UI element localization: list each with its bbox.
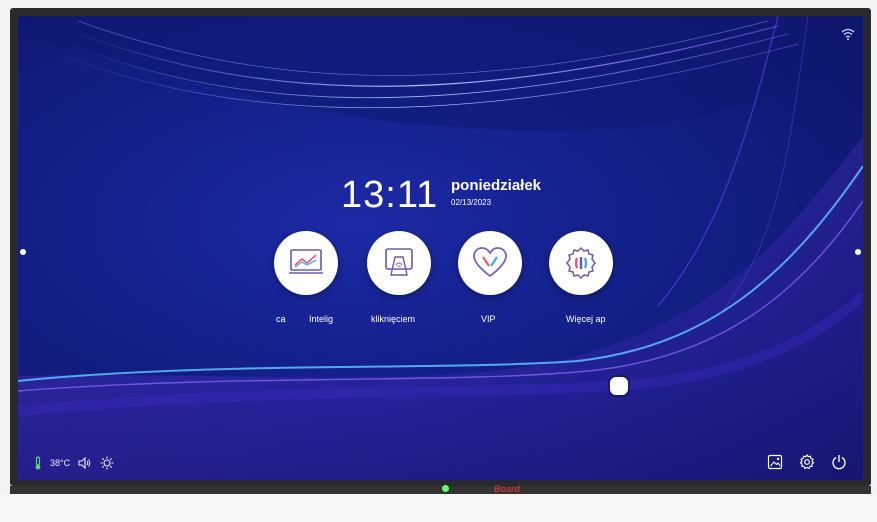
app-label: Więcej ap <box>566 314 606 324</box>
right-edge-indicator[interactable] <box>855 249 861 255</box>
temperature-value: 38°C <box>50 458 71 468</box>
app-vip-button[interactable] <box>458 231 522 295</box>
heart-icon <box>473 247 507 278</box>
home-screen: 13:11 poniedziałek 02/13/2023 ca Intelig… <box>18 16 863 480</box>
left-edge-indicator[interactable] <box>20 249 26 255</box>
app-label: VIP <box>481 314 496 324</box>
brightness-icon[interactable] <box>100 456 114 470</box>
status-bar: 38°C <box>34 456 114 470</box>
whiteboard-icon <box>289 249 323 274</box>
background-waves <box>18 16 863 480</box>
app-whiteboard-button[interactable] <box>274 231 338 295</box>
wallpaper-icon[interactable] <box>767 454 783 470</box>
floating-menu-button[interactable] <box>610 377 628 395</box>
app-label: ca <box>276 314 286 324</box>
app-label: kliknięciem <box>371 314 416 324</box>
brand-logo: Board <box>494 484 521 494</box>
clock-day: poniedziałek <box>451 177 542 194</box>
screen-share-icon <box>385 248 413 276</box>
display-bottom-frame <box>10 486 871 494</box>
clock-time: 13:11 <box>341 174 439 216</box>
volume-icon[interactable] <box>78 457 92 469</box>
background-surface <box>0 494 877 522</box>
app-label: Intelig <box>309 314 334 324</box>
app-screen-share-button[interactable] <box>367 231 431 295</box>
thermometer-icon <box>34 456 42 470</box>
power-led <box>442 485 449 492</box>
system-tray <box>767 454 847 470</box>
power-icon[interactable] <box>831 454 847 470</box>
settings-icon[interactable] <box>799 454 815 470</box>
more-apps-icon <box>566 246 596 280</box>
app-more-button[interactable] <box>549 231 613 295</box>
clock-date: 02/13/2023 <box>451 198 492 207</box>
wifi-icon <box>841 28 855 43</box>
